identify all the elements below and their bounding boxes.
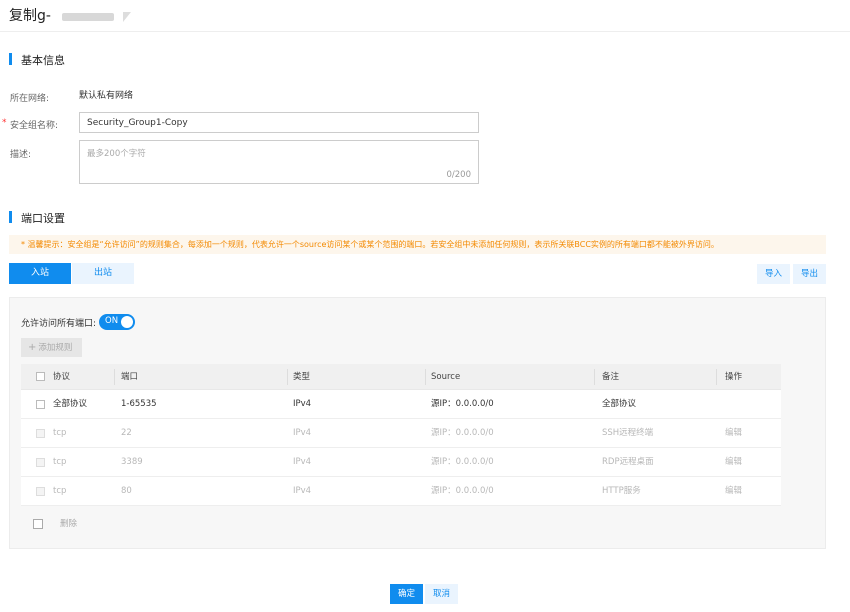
name-label: * 安全组名称:	[2, 118, 59, 131]
cell-type: IPv4	[293, 399, 312, 409]
cell-type: IPv4	[293, 457, 312, 467]
description-textarea[interactable]: 最多200个字符 0/200	[79, 140, 479, 184]
network-label: 所在网络:	[10, 94, 50, 104]
rules-table: 协议 端口 类型 Source 备注 操作 全部协议 1-65535 IPv4 …	[21, 364, 781, 506]
page-title: 复制g-	[9, 8, 51, 24]
table-header: 协议 端口 类型 Source 备注 操作	[21, 364, 781, 390]
select-all-checkbox[interactable]	[36, 372, 45, 381]
row-checkbox	[36, 487, 45, 496]
col-protocol: 协议	[53, 372, 71, 382]
required-star: *	[2, 118, 7, 128]
table-row: tcp 80 IPv4 源IP：0.0.0.0/0 HTTP服务 编辑	[21, 477, 781, 506]
col-divider	[287, 369, 288, 385]
cell-remark: SSH远程终端	[602, 428, 654, 438]
cell-protocol: tcp	[53, 457, 67, 467]
add-rule-label: 添加规则	[38, 343, 73, 353]
row-checkbox	[36, 429, 45, 438]
cell-type: IPv4	[293, 428, 312, 438]
col-action: 操作	[725, 372, 743, 382]
cell-remark: 全部协议	[602, 399, 637, 409]
edit-link[interactable]: 编辑	[725, 477, 742, 505]
cell-protocol: 全部协议	[53, 399, 88, 409]
cell-protocol: tcp	[53, 428, 67, 438]
allow-all-ports-toggle[interactable]: ON	[99, 314, 135, 330]
cell-port: 22	[121, 428, 132, 438]
toggle-knob	[121, 316, 133, 328]
row-checkbox[interactable]	[36, 400, 45, 409]
section-title-basic: 基本信息	[9, 52, 65, 68]
plus-icon: +	[28, 342, 37, 353]
cell-source: 源IP：0.0.0.0/0	[431, 428, 494, 438]
tab-inbound[interactable]: 入站	[9, 263, 71, 284]
description-placeholder: 最多200个字符	[87, 149, 146, 159]
row-checkbox	[36, 458, 45, 467]
toggle-text: ON	[105, 316, 119, 326]
security-group-name-input[interactable]	[79, 112, 479, 133]
col-source: Source	[431, 372, 461, 382]
table-row: tcp 3389 IPv4 源IP：0.0.0.0/0 RDP远程桌面 编辑	[21, 448, 781, 477]
redacted-id	[62, 13, 114, 21]
export-button[interactable]: 导出	[793, 264, 826, 284]
bulk-select-checkbox[interactable]	[33, 519, 43, 529]
name-label-text: 安全组名称:	[10, 121, 59, 131]
cell-port: 1-65535	[121, 399, 157, 409]
warning-tip: * 温馨提示：安全组是“允许访问”的规则集合，每添加一个规则，代表允许一个sou…	[9, 235, 826, 254]
cell-source: 源IP：0.0.0.0/0	[431, 399, 494, 409]
tab-outbound[interactable]: 出站	[72, 263, 134, 284]
col-port: 端口	[121, 372, 139, 382]
rules-panel: 允许访问所有端口: ON + 添加规则 协议 端口 类型 Source 备注 操作…	[9, 297, 826, 549]
import-button[interactable]: 导入	[757, 264, 790, 284]
section-title-ports: 端口设置	[9, 210, 65, 226]
desc-label: 描述:	[10, 150, 32, 160]
redacted-id-tail	[123, 12, 131, 22]
page-header: 复制g-	[0, 0, 850, 32]
cell-type: IPv4	[293, 486, 312, 496]
cell-source: 源IP：0.0.0.0/0	[431, 457, 494, 467]
col-divider	[425, 369, 426, 385]
cell-protocol: tcp	[53, 486, 67, 496]
cell-port: 80	[121, 486, 132, 496]
cell-remark: RDP远程桌面	[602, 457, 654, 467]
edit-link[interactable]: 编辑	[725, 419, 742, 447]
network-value: 默认私有网络	[79, 91, 134, 101]
cell-port: 3389	[121, 457, 143, 467]
cell-remark: HTTP服务	[602, 486, 641, 496]
col-divider	[594, 369, 595, 385]
table-row: tcp 22 IPv4 源IP：0.0.0.0/0 SSH远程终端 编辑	[21, 419, 781, 448]
delete-button[interactable]: 删除	[60, 517, 77, 529]
col-type: 类型	[293, 372, 311, 382]
col-remark: 备注	[602, 372, 620, 382]
description-char-count: 0/200	[446, 170, 472, 180]
cell-source: 源IP：0.0.0.0/0	[431, 486, 494, 496]
table-row: 全部协议 1-65535 IPv4 源IP：0.0.0.0/0 全部协议	[21, 390, 781, 419]
cancel-button[interactable]: 取消	[425, 584, 458, 604]
confirm-button[interactable]: 确定	[390, 584, 423, 604]
edit-link[interactable]: 编辑	[725, 448, 742, 476]
allow-all-ports-label: 允许访问所有端口:	[21, 319, 97, 329]
col-divider	[114, 369, 115, 385]
col-divider	[716, 369, 717, 385]
add-rule-button[interactable]: + 添加规则	[21, 338, 82, 357]
